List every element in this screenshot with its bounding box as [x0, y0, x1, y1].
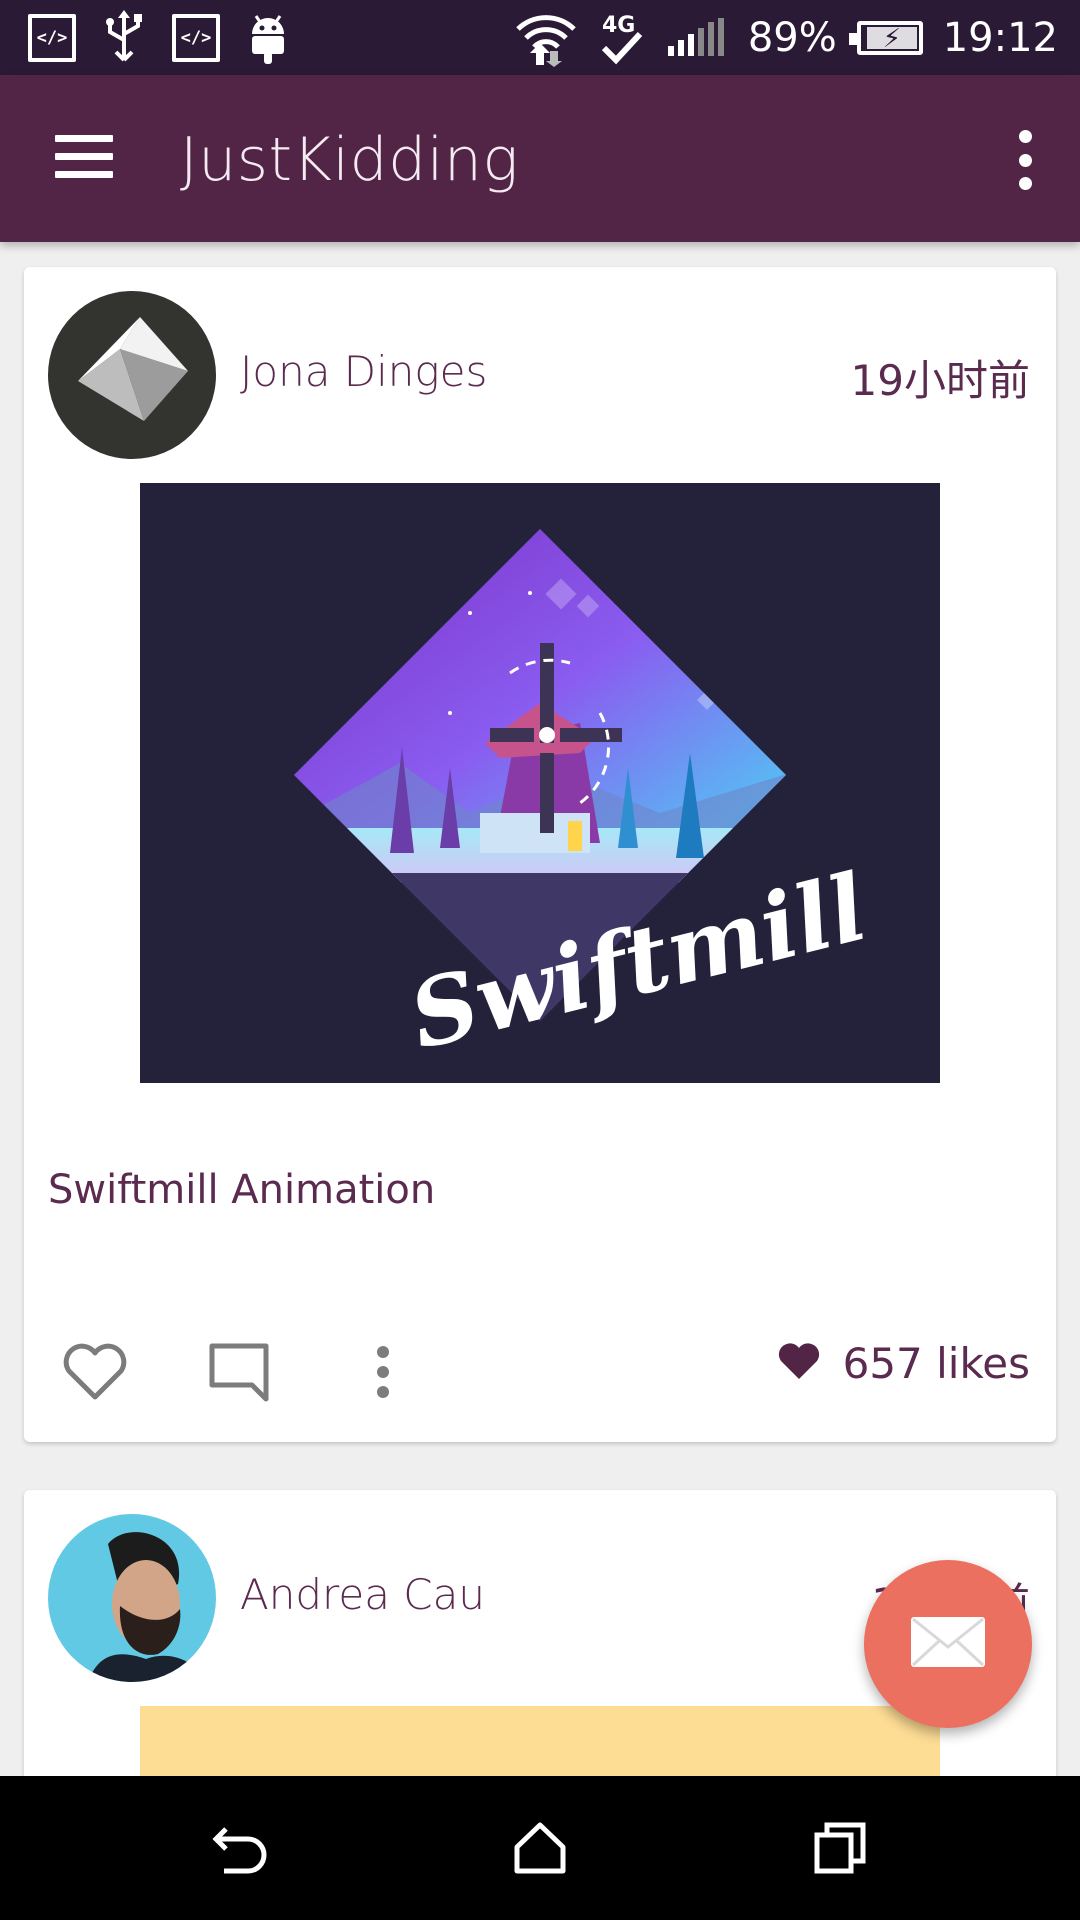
avatar[interactable] — [48, 291, 216, 459]
mail-icon — [909, 1615, 987, 1674]
notification-icons: </> </> — [28, 10, 290, 66]
avatar[interactable] — [48, 1514, 216, 1682]
back-icon[interactable] — [204, 1812, 276, 1884]
navigation-bar — [0, 1776, 1080, 1920]
post-card[interactable]: Jona Dinges 19小时前 Swiftmill Swiftmill An… — [24, 267, 1056, 1442]
likes-summary: 657 likes — [777, 1339, 1030, 1388]
app-bar: JustKidding — [0, 75, 1080, 242]
android-icon — [246, 10, 290, 66]
clock: 19:12 — [942, 15, 1058, 61]
hamburger-menu-icon[interactable] — [55, 135, 113, 183]
code-icon: </> — [28, 14, 76, 62]
post-image[interactable]: Swiftmill — [140, 483, 940, 1083]
app-title: JustKidding — [180, 125, 519, 195]
post-actions: 657 likes — [24, 1327, 1056, 1417]
author-name[interactable]: Jona Dinges — [240, 347, 487, 396]
heart-filled-icon — [777, 1341, 821, 1386]
status-bar: </> </> 4G 89% ⚡ 19:12 — [0, 0, 1080, 75]
like-icon[interactable] — [60, 1337, 130, 1407]
usb-icon — [102, 10, 146, 66]
4g-icon: 4G — [598, 8, 646, 68]
code-icon: </> — [172, 14, 220, 62]
compose-mail-button[interactable] — [864, 1560, 1032, 1728]
post-time: 19小时前 — [850, 356, 1030, 405]
system-icons: 4G 89% ⚡ 19:12 — [514, 8, 1058, 68]
svg-text:4G: 4G — [602, 13, 635, 38]
battery-charging-icon: ⚡ — [848, 21, 923, 55]
comment-icon[interactable] — [204, 1337, 274, 1407]
post-caption: Swiftmill Animation — [48, 1167, 436, 1213]
signal-icon — [666, 18, 728, 58]
more-options-icon[interactable] — [348, 1337, 418, 1407]
wifi-icon — [514, 9, 578, 67]
recents-icon[interactable] — [804, 1812, 876, 1884]
author-name[interactable]: Andrea Cau — [240, 1570, 485, 1619]
screen: </> </> 4G 89% ⚡ 19:12 JustKidding Jona … — [0, 0, 1080, 1920]
battery-percent: 89% — [747, 15, 837, 61]
home-icon[interactable] — [504, 1812, 576, 1884]
more-vert-icon[interactable] — [1010, 130, 1040, 190]
likes-count: 657 likes — [842, 1339, 1030, 1388]
